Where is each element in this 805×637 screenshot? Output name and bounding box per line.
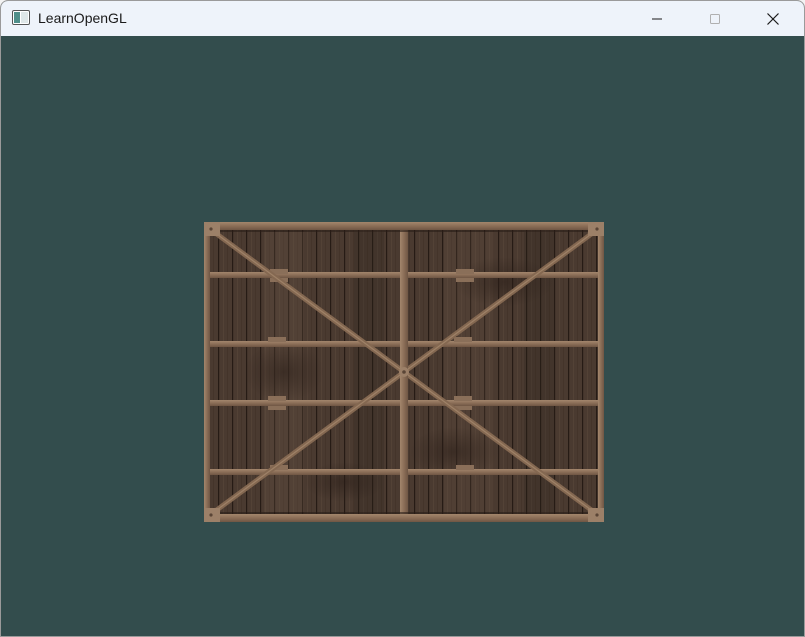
window-title: LearnOpenGL: [38, 10, 127, 26]
close-icon: [767, 12, 779, 25]
app-window-icon: [12, 10, 30, 25]
maximize-button[interactable]: [686, 1, 744, 36]
minimize-icon: [652, 18, 662, 19]
close-button[interactable]: [744, 1, 802, 36]
wooden-crate-texture: [204, 222, 604, 522]
opengl-viewport[interactable]: [1, 36, 804, 636]
title-bar[interactable]: LearnOpenGL: [1, 1, 804, 36]
minimize-button[interactable]: [628, 1, 686, 36]
maximize-icon: [710, 13, 720, 24]
app-window: LearnOpenGL: [0, 0, 805, 637]
